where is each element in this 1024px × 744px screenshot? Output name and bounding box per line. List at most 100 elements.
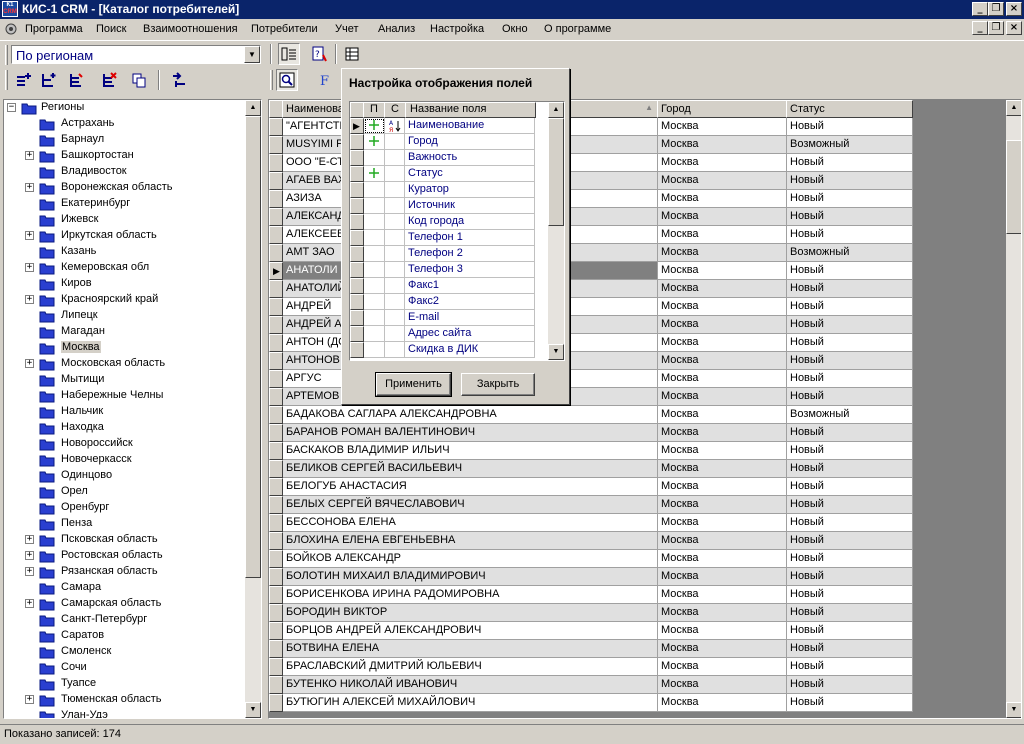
cell-status[interactable]: Новый [787,334,913,352]
cell-status[interactable]: Новый [787,514,913,532]
menu-program[interactable]: Программа [25,23,83,35]
row-indicator[interactable] [269,442,283,460]
row-indicator[interactable] [269,208,283,226]
table-row[interactable]: БОЛОТИН МИХАИЛ ВЛАДИМИРОВИЧ Москва Новый [269,568,913,586]
tree-item[interactable]: + Псковская область [4,532,244,548]
cell-city[interactable]: Москва [658,244,787,262]
cell-status[interactable]: Новый [787,154,913,172]
tree-item[interactable]: Астрахань [4,116,244,132]
table-row[interactable]: БУТЮГИН АЛЕКСЕЙ МИХАЙЛОВИЧ Москва Новый [269,694,913,712]
field-name[interactable]: Факс1 [405,278,535,294]
field-row[interactable]: Факс1 [350,278,549,294]
cell-status[interactable]: Новый [787,478,913,496]
toolbar-grip[interactable] [5,45,8,65]
cell-name[interactable]: БОЛОТИН МИХАИЛ ВЛАДИМИРОВИЧ [283,568,658,586]
cell-status[interactable]: Новый [787,532,913,550]
group-by-select[interactable]: По регионам ▼ [11,45,261,64]
tree-item[interactable]: Улан-Удэ [4,708,244,718]
tree-item[interactable]: Набережные Челны [4,388,244,404]
tree-item[interactable]: Орел [4,484,244,500]
row-indicator[interactable] [269,658,283,676]
tree-item[interactable]: + Башкортостан [4,148,244,164]
row-indicator[interactable] [269,226,283,244]
menu-about[interactable]: О программе [544,23,611,35]
field-name[interactable]: Статус [405,166,535,182]
cell-status[interactable]: Новый [787,190,913,208]
field-p-toggle[interactable] [364,134,385,150]
expand-icon[interactable]: + [25,359,34,368]
cell-city[interactable]: Москва [658,586,787,604]
apply-button[interactable]: Применить [375,372,452,397]
table-row[interactable]: БЛОХИНА ЕЛЕНА ЕВГЕНЬЕВНА Москва Новый [269,532,913,550]
row-indicator[interactable] [269,298,283,316]
field-name[interactable]: Наименование [405,118,535,134]
cell-city[interactable]: Москва [658,658,787,676]
cell-status[interactable]: Новый [787,262,913,280]
cell-city[interactable]: Москва [658,208,787,226]
field-c-toggle[interactable] [385,262,405,278]
tree-item[interactable]: Санкт-Петербург [4,612,244,628]
cell-city[interactable]: Москва [658,154,787,172]
row-indicator[interactable] [269,190,283,208]
cell-name[interactable]: БЕЛЫХ СЕРГЕЙ ВЯЧЕСЛАВОВИЧ [283,496,658,514]
menu-window[interactable]: Окно [502,23,528,35]
table-row[interactable]: БАДАКОВА САГЛАРА АЛЕКСАНДРОВНА Москва Возм… [269,406,913,424]
cell-status[interactable]: Новый [787,460,913,478]
field-p-toggle[interactable] [364,230,385,246]
tree-item[interactable]: Москва [4,340,244,356]
add-subitem-button[interactable] [37,69,59,91]
row-indicator[interactable] [269,532,283,550]
tree-item[interactable]: Саратов [4,628,244,644]
cell-name[interactable]: БУТЕНКО НИКОЛАЙ ИВАНОВИЧ [283,676,658,694]
row-indicator[interactable]: ▶ [269,262,283,280]
row-indicator[interactable]: ▶ [350,118,364,134]
field-c-toggle[interactable] [385,230,405,246]
expand-icon[interactable]: + [25,151,34,160]
cell-city[interactable]: Москва [658,136,787,154]
cell-city[interactable]: Москва [658,676,787,694]
field-row[interactable]: Телефон 1 [350,230,549,246]
tree-item[interactable]: Оренбург [4,500,244,516]
table-row[interactable]: БОРЦОВ АНДРЕЙ АЛЕКСАНДРОВИЧ Москва Новый [269,622,913,640]
table-row[interactable]: БЕЛИКОВ СЕРГЕЙ ВАСИЛЬЕВИЧ Москва Новый [269,460,913,478]
row-indicator[interactable] [269,586,283,604]
field-row[interactable]: Статус [350,166,549,182]
scroll-down-icon[interactable]: ▼ [548,344,564,360]
table-row[interactable]: БАСКАКОВ ВЛАДИМИР ИЛЬИЧ Москва Новый [269,442,913,460]
scroll-thumb[interactable] [245,116,261,578]
cell-status[interactable]: Новый [787,676,913,694]
row-indicator[interactable] [350,182,364,198]
tree-item[interactable]: Туапсе [4,676,244,692]
field-name[interactable]: Скидка в ДИК [405,342,535,358]
cell-name[interactable]: БУТЮГИН АЛЕКСЕЙ МИХАЙЛОВИЧ [283,694,658,712]
tree-item[interactable]: + Красноярский край [4,292,244,308]
table-row[interactable]: БОЙКОВ АЛЕКСАНДР Москва Новый [269,550,913,568]
row-indicator[interactable] [350,150,364,166]
cell-name[interactable]: БЕЛОГУБ АНАСТАСИЯ [283,478,658,496]
field-p-toggle[interactable] [364,198,385,214]
table-row[interactable]: БОРИСЕНКОВА ИРИНА РАДОМИРОВНА Москва Новый [269,586,913,604]
scroll-down-icon[interactable]: ▼ [245,702,261,718]
cell-city[interactable]: Москва [658,478,787,496]
cell-city[interactable]: Москва [658,622,787,640]
field-c-toggle[interactable] [385,294,405,310]
field-row[interactable]: Факс2 [350,294,549,310]
cell-status[interactable]: Новый [787,604,913,622]
field-row[interactable]: Город [350,134,549,150]
cell-status[interactable]: Возможный [787,406,913,424]
cell-city[interactable]: Москва [658,442,787,460]
cell-city[interactable]: Москва [658,298,787,316]
row-indicator[interactable] [269,118,283,136]
tree-item[interactable]: + Московская область [4,356,244,372]
row-indicator[interactable] [269,514,283,532]
cell-city[interactable]: Москва [658,316,787,334]
move-button[interactable] [168,69,190,91]
cell-city[interactable]: Москва [658,334,787,352]
row-indicator[interactable] [269,388,283,406]
cell-status[interactable]: Возможный [787,136,913,154]
expand-icon[interactable]: + [25,551,34,560]
field-name[interactable]: Источник [405,198,535,214]
row-indicator[interactable] [269,280,283,298]
cell-status[interactable]: Новый [787,586,913,604]
field-p-toggle[interactable] [364,262,385,278]
